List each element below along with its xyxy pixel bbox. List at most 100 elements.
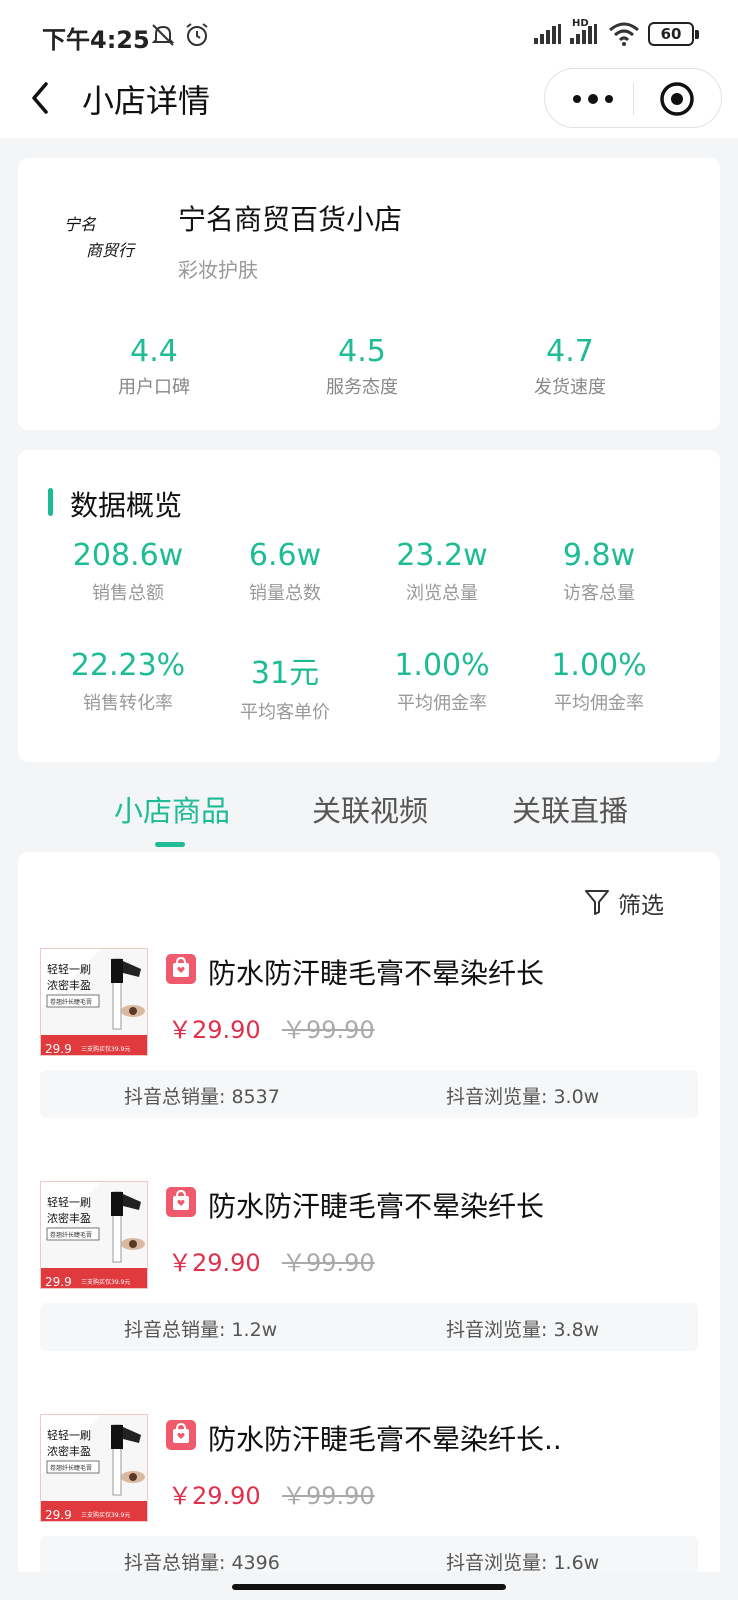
score-label: 用户口碑 (118, 377, 190, 398)
nav-bar: 小店详情 (0, 64, 738, 138)
tab-related-videos[interactable]: 关联视频 (312, 788, 428, 830)
product-original-price: ￥99.90 (282, 1016, 375, 1044)
mascara-image: 轻轻一刷 浓密丰盈 卷翘纤长睫毛膏 29.9 三支购买仅39.9元 (41, 1415, 147, 1522)
score-service: 4.5 服务态度 (282, 334, 442, 399)
stat-conversion-rate: 22.23% 销售转化率 (48, 648, 208, 715)
stat-value: 31元 (250, 656, 320, 691)
thumb-text: 浓密丰盈 (47, 1211, 91, 1225)
mascara-image: 轻轻一刷 浓密丰盈 卷翘纤长睫毛膏 29.9 三支购买仅39.9元 (41, 949, 147, 1056)
home-indicator[interactable] (232, 1584, 506, 1590)
signal-hd-icon (570, 24, 597, 44)
stat-views: 23.2w 浏览总量 (362, 538, 522, 605)
active-tab-indicator (155, 842, 185, 847)
product-views: 抖音浏览量: 1.6w (446, 1552, 600, 1572)
stat-label: 平均客单价 (240, 702, 330, 723)
close-target-icon[interactable] (659, 81, 695, 117)
stat-sales-amount: 208.6w 销售总额 (48, 538, 208, 605)
more-dots-icon[interactable] (571, 91, 615, 107)
signal-icon (534, 24, 561, 44)
thumb-text: 29.9 (45, 1508, 72, 1522)
thumb-text: 29.9 (45, 1042, 72, 1056)
stat-commission-rate-2: 1.00% 平均佣金率 (519, 648, 679, 715)
product-thumbnail: 轻轻一刷 浓密丰盈 卷翘纤长睫毛膏 29.9 三支购买仅39.9元 (40, 1414, 148, 1522)
stat-value: 23.2w (396, 538, 488, 573)
score-value: 4.7 (546, 334, 594, 369)
stat-label: 销售转化率 (83, 693, 173, 714)
product-thumbnail: 轻轻一刷 浓密丰盈 卷翘纤长睫毛膏 29.9 三支购买仅39.9元 (40, 1181, 148, 1289)
section-title: 数据概览 (70, 489, 183, 522)
filter-icon (585, 890, 609, 915)
stat-label: 销量总数 (249, 583, 321, 604)
thumb-text: 浓密丰盈 (47, 1444, 91, 1458)
stat-sales-count: 6.6w 销量总数 (205, 538, 365, 605)
product-original-price: ￥99.90 (282, 1482, 375, 1510)
product-item[interactable]: 轻轻一刷 浓密丰盈 卷翘纤长睫毛膏 29.9 三支购买仅39.9元 防水防汗睫毛… (18, 1181, 720, 1361)
product-title: 防水防汗睫毛膏不晕染纤长 (208, 957, 545, 990)
product-list: 筛选 轻轻一刷 浓密丰盈 卷翘纤长睫毛膏 29.9 三支购买仅39.9元 防水防… (18, 852, 720, 1572)
shop-logo: 宁名 商贸行 (64, 215, 136, 260)
thumb-text: 三支购买仅39.9元 (81, 1278, 130, 1286)
stat-label: 访客总量 (563, 583, 635, 604)
thumb-text: 卷翘纤长睫毛膏 (50, 998, 92, 1006)
score-value: 4.5 (338, 334, 386, 369)
score-value: 4.4 (130, 334, 178, 369)
tab-related-live[interactable]: 关联直播 (512, 788, 628, 830)
stat-label: 平均佣金率 (554, 693, 644, 714)
thumb-text: 29.9 (45, 1275, 72, 1289)
thumb-text: 卷翘纤长睫毛膏 (50, 1231, 92, 1239)
mute-bell-icon (151, 24, 175, 46)
thumb-text: 轻轻一刷 (47, 962, 91, 976)
product-sales: 抖音总销量: 8537 (124, 1086, 280, 1108)
product-metrics: 抖音总销量: 1.2w 抖音浏览量: 3.8w (40, 1303, 698, 1351)
shop-bag-icon (166, 1420, 196, 1450)
product-price: ￥29.90 (168, 1249, 261, 1277)
back-arrow-icon[interactable] (26, 78, 56, 118)
shop-category: 彩妆护肤 (178, 258, 258, 282)
stat-value: 1.00% (394, 648, 490, 683)
score-label: 发货速度 (534, 377, 606, 398)
thumb-text: 三支购买仅39.9元 (81, 1045, 130, 1053)
stat-commission-rate: 1.00% 平均佣金率 (362, 648, 522, 715)
battery-icon: 60 (648, 22, 699, 46)
product-metrics: 抖音总销量: 4396 抖音浏览量: 1.6w (40, 1536, 698, 1572)
mascara-image: 轻轻一刷 浓密丰盈 卷翘纤长睫毛膏 29.9 三支购买仅39.9元 (41, 1182, 147, 1289)
stat-label: 平均佣金率 (397, 693, 487, 714)
product-price: ￥29.90 (168, 1016, 261, 1044)
content-tabs: 小店商品 关联视频 关联直播 (0, 770, 738, 850)
shop-info-card: 宁名 商贸行 宁名商贸百货小店 彩妆护肤 4.4 用户口碑 4.5 服务态度 4… (18, 158, 720, 430)
product-sales: 抖音总销量: 4396 (124, 1552, 280, 1572)
product-title: 防水防汗睫毛膏不晕染纤长 (208, 1190, 545, 1223)
filter-label: 筛选 (618, 893, 664, 919)
stat-value: 1.00% (551, 648, 647, 683)
mini-program-capsule (544, 68, 722, 128)
stat-value: 9.8w (562, 538, 636, 573)
wifi-icon (609, 22, 639, 46)
stat-value: 6.6w (248, 538, 322, 573)
status-bar: 下午4:25 HD 60 (0, 0, 738, 64)
logo-text-2: 商贸行 (86, 241, 136, 260)
thumb-text: 浓密丰盈 (47, 978, 91, 992)
thumb-text: 卷翘纤长睫毛膏 (50, 1464, 92, 1472)
stat-value: 208.6w (72, 538, 184, 573)
score-label: 服务态度 (326, 377, 398, 398)
stat-avg-order: 31元 平均客单价 (205, 648, 365, 724)
tab-shop-products[interactable]: 小店商品 (114, 788, 230, 830)
shop-bag-icon (166, 1187, 196, 1217)
product-views: 抖音浏览量: 3.0w (446, 1086, 600, 1108)
shop-bag-icon (166, 954, 196, 984)
product-title: 防水防汗睫毛膏不晕染纤长.. (208, 1423, 562, 1456)
thumb-text: 三支购买仅39.9元 (81, 1511, 130, 1519)
stat-value: 22.23% (70, 648, 186, 683)
product-item[interactable]: 轻轻一刷 浓密丰盈 卷翘纤长睫毛膏 29.9 三支购买仅39.9元 防水防汗睫毛… (18, 948, 720, 1128)
product-item[interactable]: 轻轻一刷 浓密丰盈 卷翘纤长睫毛膏 29.9 三支购买仅39.9元 防水防汗睫毛… (18, 1414, 720, 1572)
stat-visitors: 9.8w 访客总量 (519, 538, 679, 605)
status-time: 下午4:25 (42, 26, 150, 54)
stat-label: 浏览总量 (406, 583, 478, 604)
page-title: 小店详情 (82, 82, 211, 120)
shop-name: 宁名商贸百货小店 (178, 203, 403, 236)
score-reputation: 4.4 用户口碑 (74, 334, 234, 399)
score-shipping: 4.7 发货速度 (490, 334, 650, 399)
product-sales: 抖音总销量: 1.2w (124, 1319, 278, 1341)
capsule-divider (633, 83, 634, 115)
product-original-price: ￥99.90 (282, 1249, 375, 1277)
